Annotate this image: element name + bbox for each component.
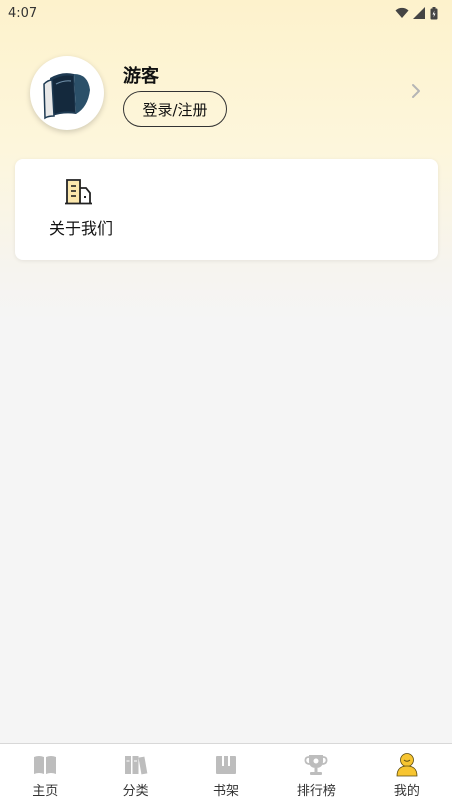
profile-header[interactable]: 游客 登录/注册 (0, 50, 452, 140)
about-us-label: 关于我们 (48, 219, 113, 238)
tab-ranking[interactable]: 排行榜 (271, 744, 361, 804)
login-register-button[interactable]: 登录/注册 (123, 91, 227, 127)
status-time: 4:07 (8, 5, 38, 21)
category-books-icon (124, 756, 147, 775)
signal-icon (413, 7, 425, 19)
user-icon (396, 753, 418, 777)
tab-mine[interactable]: 我的 (362, 744, 452, 804)
building-icon (65, 179, 92, 205)
tab-label: 书架 (213, 784, 240, 799)
status-bar: 4:07 (0, 0, 452, 26)
bottom-tab-bar: 主页 分类 书架 排行榜 我的 (0, 743, 452, 804)
avatar[interactable] (30, 56, 104, 130)
battery-icon (430, 6, 438, 19)
book-logo-icon (43, 73, 90, 120)
wifi-icon (395, 7, 409, 18)
tab-bookshelf[interactable]: 书架 (181, 744, 271, 804)
bookshelf-icon (216, 756, 237, 774)
chevron-right-icon[interactable] (408, 82, 424, 100)
tab-label: 分类 (122, 784, 149, 799)
status-icons (395, 6, 438, 20)
tab-category[interactable]: 分类 (90, 744, 180, 804)
menu-card: 关于我们 (15, 159, 438, 260)
tab-label: 主页 (32, 784, 59, 799)
book-open-icon (34, 756, 57, 774)
profile-screen: 4:07 游客 登录/注册 关于我们 主页 分类 书架 排行榜 我的 (0, 0, 452, 804)
about-us-item[interactable]: 关于我们 (43, 177, 119, 241)
tab-label: 我的 (393, 784, 420, 799)
tab-label: 排行榜 (296, 784, 336, 799)
username: 游客 (123, 66, 159, 87)
trophy-icon (304, 755, 328, 775)
tab-home[interactable]: 主页 (0, 744, 90, 804)
